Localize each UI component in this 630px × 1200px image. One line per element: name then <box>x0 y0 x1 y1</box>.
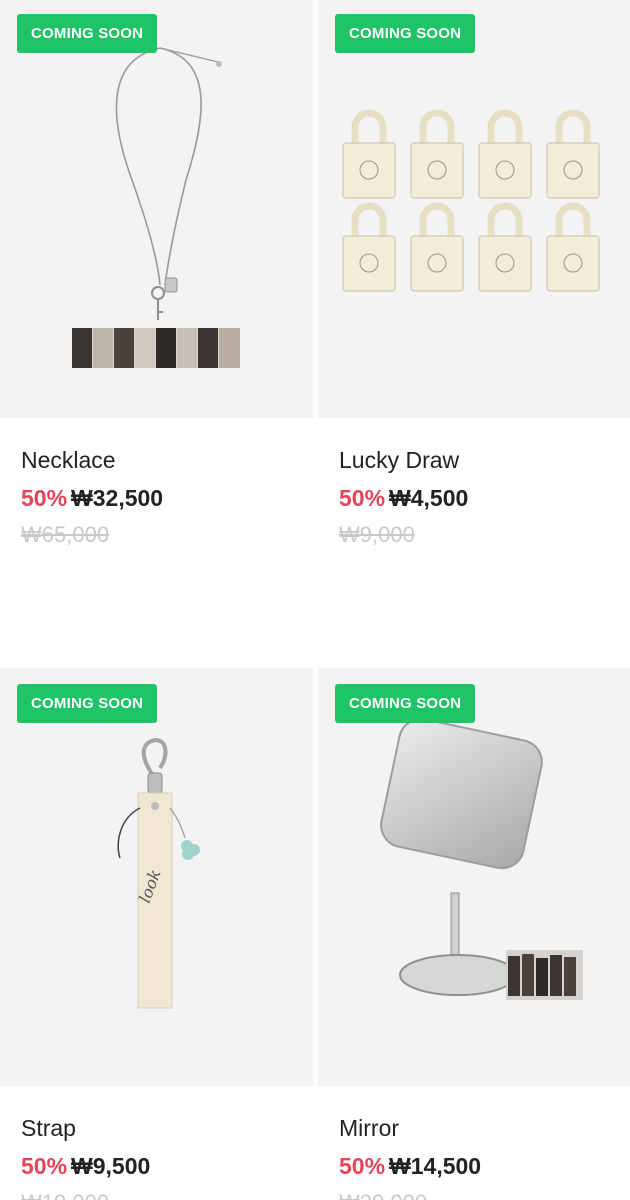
coming-soon-badge: COMING SOON <box>335 14 476 53</box>
sale-price: ₩14,500 <box>389 1153 482 1179</box>
product-name[interactable]: Mirror <box>339 1114 630 1142</box>
product-grid: COMING SOON Necklace 50%₩32,500 ₩65,000 <box>0 0 630 1200</box>
sale-price: ₩4,500 <box>389 485 469 511</box>
sale-price: ₩32,500 <box>71 485 164 511</box>
original-price: ₩9,000 <box>339 522 415 547</box>
mirror-illustration <box>380 718 583 1000</box>
coming-soon-badge: COMING SOON <box>17 684 158 723</box>
photo-card <box>506 950 583 1000</box>
necklace-illustration <box>72 47 240 368</box>
product-name[interactable]: Strap <box>21 1114 313 1142</box>
product-image-mirror[interactable]: COMING SOON <box>318 668 630 1086</box>
tags-illustration <box>342 109 600 292</box>
original-price: ₩65,000 <box>21 522 110 547</box>
discount-rate: 50% <box>339 485 386 511</box>
discount-rate: 50% <box>339 1153 386 1179</box>
product-image-necklace[interactable]: COMING SOON <box>0 0 313 418</box>
coming-soon-badge: COMING SOON <box>335 684 476 723</box>
discount-rate: 50% <box>21 485 68 511</box>
product-card-necklace[interactable]: COMING SOON Necklace 50% ₩32,500 ₩65,000 <box>0 0 313 548</box>
product-card-strap[interactable]: look COMING SOON Strap 50%₩9,500 ₩19,000 <box>0 668 313 1200</box>
product-card-lucky-draw[interactable]: COMING SOON Lucky Draw 50% ₩4,500 ₩9,000 <box>318 0 630 548</box>
product-image-strap[interactable]: look COMING SOON <box>0 668 313 1086</box>
price-row: 50% ₩14,500 <box>339 1152 630 1180</box>
product-name[interactable]: Lucky Draw <box>339 446 630 474</box>
coming-soon-badge: COMING SOON <box>17 14 158 53</box>
original-price: ₩29,000 <box>339 1190 630 1200</box>
discount-rate: 50% <box>21 1153 68 1179</box>
product-info: Lucky Draw 50% ₩4,500 ₩9,000 <box>318 418 630 548</box>
product-info: Necklace 50% ₩32,500 ₩65,000 <box>0 418 313 548</box>
original-price: ₩19,000 <box>21 1190 313 1200</box>
price-row: 50% ₩9,500 <box>21 1152 313 1180</box>
product-info: Mirror 50%₩14,500 ₩29,000 <box>318 1086 630 1200</box>
photo-strip <box>72 328 240 368</box>
price-row: 50% ₩32,500 <box>21 484 313 512</box>
product-name[interactable]: Necklace <box>21 446 313 474</box>
product-card-mirror[interactable]: COMING SOON Mirror 50%₩14,500 ₩29,000 <box>318 668 630 1200</box>
product-info: Strap 50%₩9,500 ₩19,000 <box>0 1086 313 1200</box>
strap-illustration: look <box>117 737 200 1009</box>
price-row: 50% ₩4,500 <box>339 484 630 512</box>
sale-price: ₩9,500 <box>71 1153 151 1179</box>
product-image-lucky-draw[interactable]: COMING SOON <box>318 0 630 418</box>
